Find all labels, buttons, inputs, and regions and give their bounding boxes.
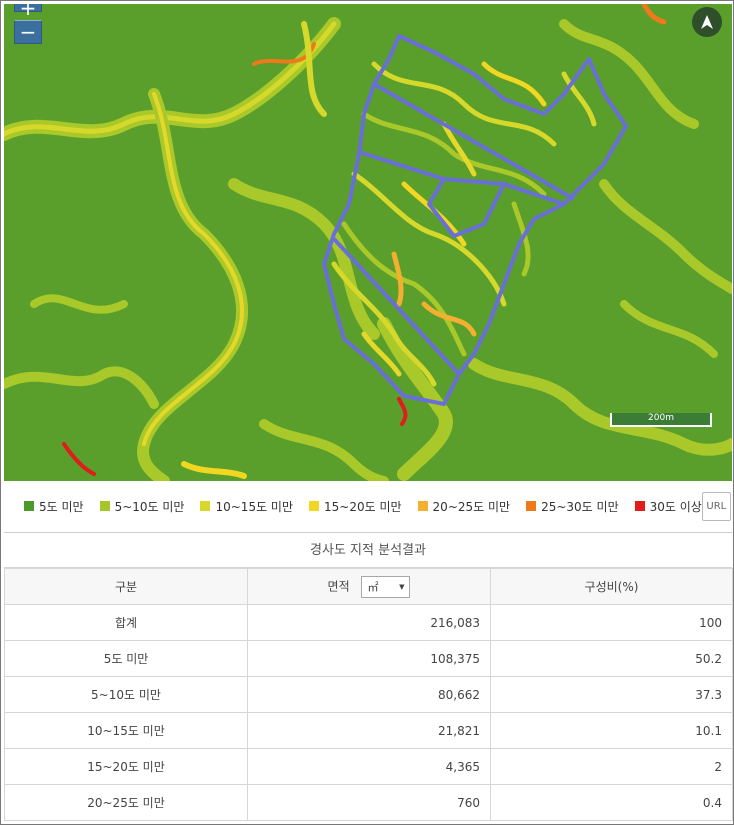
slope-map[interactable]: + − 200m	[4, 4, 732, 481]
legend-item: 5~10도 미만	[99, 498, 185, 515]
header-area-label: 면적	[327, 579, 350, 593]
legend-item: 5도 미만	[24, 498, 84, 515]
slope-result-panel: 경사도 지적 분석결과 구분 면적 ㎡ ▼ 구성비(%) 합계 216,083 …	[4, 532, 733, 821]
slope-legend: 5도 미만 5~10도 미만 10~15도 미만 15~20도 미만 20~25…	[4, 485, 732, 527]
unit-select[interactable]: ㎡ ▼	[361, 575, 411, 598]
table-row: 5~10도 미만 80,662 37.3	[4, 676, 733, 713]
legend-label: 30도 이상	[649, 499, 702, 514]
cell-area: 80,662	[247, 676, 491, 713]
legend-label: 10~15도 미만	[215, 499, 294, 514]
cell-area: 4,365	[247, 748, 491, 785]
legend-label: 5도 미만	[39, 499, 84, 514]
url-button[interactable]: URL	[701, 491, 731, 521]
north-arrow-icon	[701, 15, 713, 29]
legend-label: 5~10도 미만	[114, 499, 185, 514]
legend-swatch	[634, 501, 645, 511]
cell-ratio: 50.2	[490, 640, 733, 677]
legend-items: 5도 미만 5~10도 미만 10~15도 미만 15~20도 미만 20~25…	[4, 498, 702, 515]
cell-category: 20~25도 미만	[4, 784, 248, 821]
cell-category: 5~10도 미만	[4, 676, 248, 713]
header-area: 면적 ㎡ ▼	[247, 568, 491, 605]
header-ratio: 구성비(%)	[490, 568, 733, 605]
legend-label: 25~30도 미만	[541, 499, 619, 514]
table-header-row: 구분 면적 ㎡ ▼ 구성비(%)	[4, 568, 733, 605]
table-row: 합계 216,083 100	[4, 604, 733, 641]
legend-item: 20~25도 미만	[417, 498, 511, 515]
table-row: 15~20도 미만 4,365 2	[4, 748, 733, 785]
legend-label: 20~25도 미만	[432, 499, 511, 514]
table-row: 5도 미만 108,375 50.2	[4, 640, 733, 677]
scale-bar: 200m	[608, 409, 714, 429]
cell-area: 760	[247, 784, 491, 821]
legend-tools: URL	[701, 491, 734, 521]
table-row: 10~15도 미만 21,821 10.1	[4, 712, 733, 749]
cell-category: 15~20도 미만	[4, 748, 248, 785]
result-title: 경사도 지적 분석결과	[4, 532, 732, 568]
cell-area: 216,083	[247, 604, 491, 641]
legend-swatch	[526, 501, 537, 511]
table-row: 20~25도 미만 760 0.4	[4, 784, 733, 821]
cell-category: 10~15도 미만	[4, 712, 248, 749]
legend-swatch	[200, 501, 211, 511]
legend-item: 15~20도 미만	[309, 498, 402, 515]
header-category: 구분	[4, 568, 248, 605]
cell-ratio: 37.3	[490, 676, 733, 713]
scale-label: 200m	[648, 413, 674, 423]
cell-ratio: 10.1	[490, 712, 733, 749]
cell-ratio: 0.4	[490, 784, 733, 821]
legend-swatch	[309, 501, 320, 511]
zoom-in-button[interactable]: +	[14, 4, 42, 19]
legend-item: 30도 이상	[634, 498, 702, 515]
compass-button[interactable]	[692, 7, 722, 37]
legend-item: 25~30도 미만	[526, 498, 619, 515]
cell-ratio: 2	[490, 748, 733, 785]
cell-category: 5도 미만	[4, 640, 248, 677]
legend-swatch	[417, 501, 428, 511]
legend-label: 15~20도 미만	[324, 499, 402, 514]
zoom-out-button[interactable]: −	[14, 20, 42, 44]
chevron-down-icon: ▼	[399, 582, 405, 591]
legend-item: 10~15도 미만	[200, 498, 293, 515]
cell-area: 108,375	[247, 640, 491, 677]
legend-swatch	[99, 501, 110, 511]
legend-swatch	[24, 501, 34, 511]
result-table: 구분 면적 ㎡ ▼ 구성비(%) 합계 216,083 100 5도 미만 10	[4, 568, 733, 821]
cell-area: 21,821	[247, 712, 491, 749]
unit-select-value: ㎡	[367, 580, 379, 594]
cell-ratio: 100	[490, 604, 733, 641]
cell-category: 합계	[4, 604, 248, 641]
